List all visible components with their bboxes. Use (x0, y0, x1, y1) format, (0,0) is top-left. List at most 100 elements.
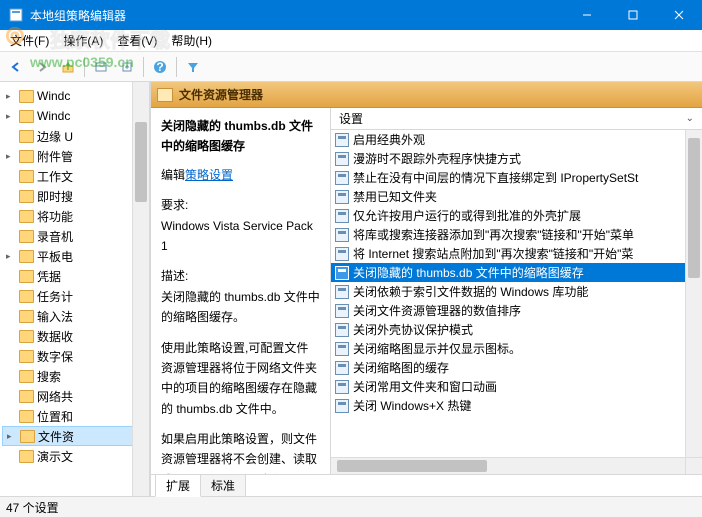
list-item-label: 关闭常用文件夹和窗口动画 (353, 378, 497, 395)
menu-file[interactable]: 文件(F) (4, 30, 55, 51)
tree-item[interactable]: ▸平板电 (2, 246, 149, 266)
tree-item[interactable]: ▸附件管 (2, 146, 149, 166)
tree-item[interactable]: 即时搜 (2, 186, 149, 206)
tree-item-label: 数据收 (37, 328, 73, 345)
policy-icon (335, 323, 349, 337)
tree-item[interactable]: 数字保 (2, 346, 149, 366)
filter-button[interactable] (181, 55, 205, 79)
menu-view[interactable]: 查看(V) (111, 30, 163, 51)
maximize-button[interactable] (610, 0, 656, 30)
tree-item[interactable]: 数据收 (2, 326, 149, 346)
scroll-corner (685, 457, 702, 474)
scrollbar-thumb[interactable] (135, 122, 147, 202)
tree-scrollbar[interactable] (132, 82, 149, 496)
policy-icon (335, 152, 349, 166)
menu-help[interactable]: 帮助(H) (165, 30, 218, 51)
list-item[interactable]: 仅允许按用户运行的或得到批准的外壳扩展 (331, 206, 702, 225)
help-icon[interactable]: ? (148, 55, 172, 79)
policy-icon (335, 361, 349, 375)
tree-item[interactable]: 录音机 (2, 226, 149, 246)
tree-item[interactable]: 网络共 (2, 386, 149, 406)
folder-icon (157, 88, 173, 102)
list-item[interactable]: 关闭缩略图显示并仅显示图标。 (331, 339, 702, 358)
list-item[interactable]: 将 Internet 搜索站点附加到"再次搜索"链接和"开始"菜 (331, 244, 702, 263)
list-header[interactable]: 设置 ⌄ (331, 108, 702, 130)
tab-extended[interactable]: 扩展 (155, 474, 201, 497)
tree-item[interactable]: 边缘 U (2, 126, 149, 146)
list-item[interactable]: 将库或搜索连接器添加到"再次搜索"链接和"开始"菜单 (331, 225, 702, 244)
requirement-block: 要求: Windows Vista Service Pack 1 (161, 195, 320, 256)
tree-item-label: 位置和 (37, 408, 73, 425)
tree-item-label: 任务计 (37, 288, 73, 305)
tree-item[interactable]: 搜索 (2, 366, 149, 386)
list-item-label: 关闭 Windows+X 热键 (353, 397, 471, 414)
list-body[interactable]: 启用经典外观漫游时不跟踪外壳程序快捷方式禁止在没有中间层的情况下直接绑定到 IP… (331, 130, 702, 474)
folder-icon (19, 130, 34, 143)
back-button[interactable] (4, 55, 28, 79)
tab-standard[interactable]: 标准 (200, 474, 246, 496)
toolbar-sep (176, 57, 177, 77)
policy-icon (335, 266, 349, 280)
folder-icon (19, 390, 34, 403)
folder-icon (19, 170, 34, 183)
list-item-label: 仅允许按用户运行的或得到批准的外壳扩展 (353, 207, 581, 224)
tree-item-label: 搜索 (37, 368, 61, 385)
tree-item-label: 录音机 (37, 228, 73, 245)
list-item[interactable]: 关闭缩略图的缓存 (331, 358, 702, 377)
list-item-label: 禁止在没有中间层的情况下直接绑定到 IPropertySetSt (353, 169, 638, 186)
list-item-label: 将库或搜索连接器添加到"再次搜索"链接和"开始"菜单 (353, 226, 634, 243)
tree-item[interactable]: ▸文件资 (2, 426, 149, 446)
content-pane: 文件资源管理器 关闭隐藏的 thumbs.db 文件中的缩略图缓存 编辑策略设置… (150, 82, 702, 496)
scrollbar-thumb[interactable] (337, 460, 487, 472)
tree-item-label: 边缘 U (37, 128, 73, 145)
list-item[interactable]: 关闭 Windows+X 热键 (331, 396, 702, 415)
scrollbar-thumb[interactable] (688, 138, 700, 278)
tree-item[interactable]: 演示文 (2, 446, 149, 466)
list-item-label: 关闭缩略图显示并仅显示图标。 (353, 340, 521, 357)
list-item[interactable]: 关闭隐藏的 thumbs.db 文件中的缩略图缓存 (331, 263, 702, 282)
chevron-down-icon: ⌄ (686, 113, 694, 124)
content-header: 文件资源管理器 (151, 82, 702, 108)
folder-icon (19, 210, 34, 223)
minimize-button[interactable] (564, 0, 610, 30)
tree-item[interactable]: 输入法 (2, 306, 149, 326)
tree-item-label: 平板电 (37, 248, 73, 265)
list-item[interactable]: 关闭常用文件夹和窗口动画 (331, 377, 702, 396)
toolbar-sep (143, 57, 144, 77)
tree-item-label: 演示文 (37, 448, 73, 465)
list-item[interactable]: 禁用已知文件夹 (331, 187, 702, 206)
folder-icon (19, 190, 34, 203)
list-scrollbar-v[interactable] (685, 130, 702, 457)
tree-item[interactable]: 位置和 (2, 406, 149, 426)
tree-item[interactable]: ▸Windc (2, 106, 149, 126)
policy-title: 关闭隐藏的 thumbs.db 文件中的缩略图缓存 (161, 116, 320, 157)
tree-item[interactable]: ▸Windc (2, 86, 149, 106)
folder-icon (19, 270, 34, 283)
list-item[interactable]: 漫游时不跟踪外壳程序快捷方式 (331, 149, 702, 168)
list-item-label: 禁用已知文件夹 (353, 188, 437, 205)
tree[interactable]: ▸Windc▸Windc 边缘 U▸附件管工作文即时搜将功能录音机▸平板电凭据任务… (0, 82, 149, 496)
list-item[interactable]: 启用经典外观 (331, 130, 702, 149)
list-item[interactable]: 关闭依赖于索引文件数据的 Windows 库功能 (331, 282, 702, 301)
tree-item[interactable]: 任务计 (2, 286, 149, 306)
tree-item-label: 将功能 (37, 208, 73, 225)
list-item[interactable]: 禁止在没有中间层的情况下直接绑定到 IPropertySetSt (331, 168, 702, 187)
forward-button[interactable] (30, 55, 54, 79)
tree-item[interactable]: 凭据 (2, 266, 149, 286)
detail-pane: 关闭隐藏的 thumbs.db 文件中的缩略图缓存 编辑策略设置 要求: Win… (151, 108, 331, 474)
list-header-label: 设置 (339, 110, 363, 127)
list-pane: 设置 ⌄ 启用经典外观漫游时不跟踪外壳程序快捷方式禁止在没有中间层的情况下直接绑… (331, 108, 702, 474)
folder-icon (19, 370, 34, 383)
close-button[interactable] (656, 0, 702, 30)
edit-policy-link[interactable]: 策略设置 (185, 168, 233, 182)
up-button[interactable] (56, 55, 80, 79)
list-item[interactable]: 关闭外壳协议保护模式 (331, 320, 702, 339)
export-button[interactable] (115, 55, 139, 79)
tree-item[interactable]: 将功能 (2, 206, 149, 226)
list-scrollbar-h[interactable] (331, 457, 685, 474)
list-item[interactable]: 关闭文件资源管理器的数值排序 (331, 301, 702, 320)
menu-action[interactable]: 操作(A) (57, 30, 109, 51)
tree-item[interactable]: 工作文 (2, 166, 149, 186)
policy-icon (335, 247, 349, 261)
show-button[interactable] (89, 55, 113, 79)
